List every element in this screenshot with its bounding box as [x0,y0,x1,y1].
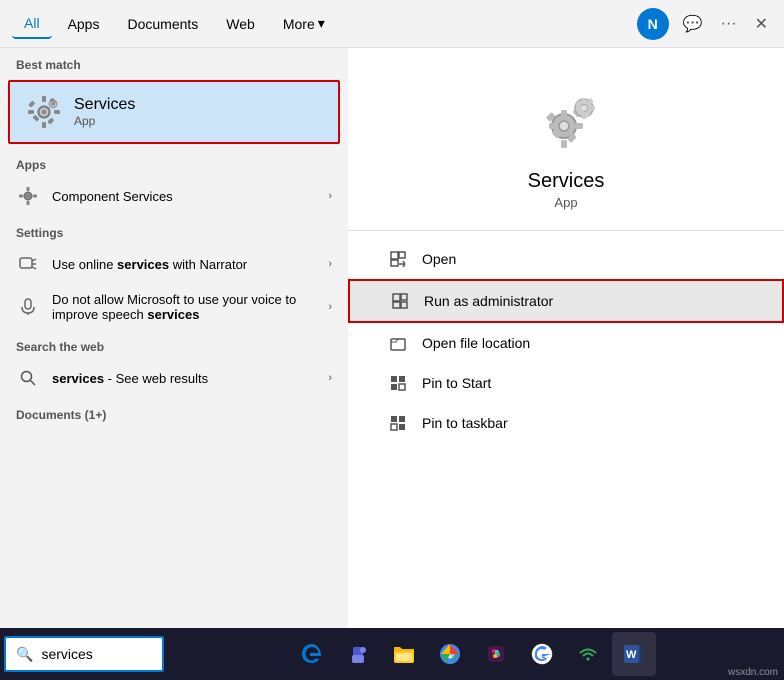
run-as-admin-icon [390,291,410,311]
taskbar-explorer-icon[interactable] [382,632,426,676]
action-open-file-loc-label: Open file location [422,335,530,351]
settings-label: Settings [0,216,348,244]
action-list: Open Run as administrator [348,231,784,451]
action-pin-taskbar[interactable]: Pin to taskbar [348,403,784,443]
top-nav: All Apps Documents Web More ▾ N 💬 ··· ✕ [0,0,784,48]
taskbar-search-icon: 🔍 [16,646,33,663]
web-search-arrow: › [328,372,332,384]
voice-arrow: › [328,301,332,313]
file-location-icon [388,333,408,353]
best-match-label: Best match [0,48,348,76]
taskbar-slack-icon[interactable] [474,632,518,676]
tab-all[interactable]: All [12,9,52,39]
action-open[interactable]: Open [348,239,784,279]
right-app-title: Services [528,170,605,193]
taskbar-search-input[interactable] [41,646,152,662]
component-services-item[interactable]: Component Services › [0,176,348,216]
action-run-as-admin-label: Run as administrator [424,293,553,309]
web-search-item[interactable]: services - See web results › [0,358,348,398]
taskbar-google-icon[interactable] [520,632,564,676]
best-match-title: Services [74,96,135,114]
documents-label: Documents (1+) [0,398,348,426]
voice-icon [16,295,40,319]
right-panel: Services App Open [348,48,784,628]
right-top: Services App [348,68,784,231]
open-icon [388,249,408,269]
web-search-label: services - See web results [52,371,316,386]
pin-start-icon [388,373,408,393]
svg-text:W: W [626,649,637,661]
taskbar-edge-icon[interactable] [290,632,334,676]
tab-web[interactable]: Web [214,10,267,38]
tab-documents[interactable]: Documents [115,10,210,38]
more-chevron-icon: ▾ [318,15,325,32]
more-label: More [283,16,315,32]
narrator-icon [16,252,40,276]
component-services-arrow: › [328,190,332,202]
avatar[interactable]: N [637,8,669,40]
more-options-button[interactable]: ··· [717,11,741,37]
action-run-as-admin[interactable]: Run as administrator [348,279,784,323]
search-web-label: Search the web [0,330,348,358]
best-match-item[interactable]: Services App [8,80,340,144]
taskbar-wifi-icon[interactable] [566,632,610,676]
action-pin-start[interactable]: Pin to Start [348,363,784,403]
close-button[interactable]: ✕ [751,10,772,38]
action-pin-taskbar-label: Pin to taskbar [422,415,508,431]
taskbar-search-box[interactable]: 🔍 [4,636,164,672]
taskbar-chrome-icon[interactable] [428,632,472,676]
tab-more[interactable]: More ▾ [271,9,337,38]
action-pin-start-label: Pin to Start [422,375,491,391]
watermark: wsxdn.com [728,667,778,678]
narrator-label: Use online services with Narrator [52,257,316,272]
voice-label: Do not allow Microsoft to use your voice… [52,292,316,322]
best-match-text: Services App [74,96,135,128]
best-match-subtitle: App [74,114,135,128]
right-app-subtitle: App [554,195,577,210]
tab-apps[interactable]: Apps [56,10,112,38]
pin-taskbar-icon [388,413,408,433]
taskbar: 🔍 [0,628,784,680]
top-nav-right: N 💬 ··· ✕ [637,8,772,40]
action-open-file-loc[interactable]: Open file location [348,323,784,363]
taskbar-word-icon[interactable]: W [612,632,656,676]
taskbar-icons: W [166,632,780,676]
right-app-icon [530,88,602,160]
services-app-icon [26,94,62,130]
apps-label: Apps [0,148,348,176]
voice-services-item[interactable]: Do not allow Microsoft to use your voice… [0,284,348,330]
component-services-label: Component Services [52,189,316,204]
taskbar-teams-icon[interactable] [336,632,380,676]
nav-tabs: All Apps Documents Web More ▾ [12,9,637,39]
web-search-icon [16,366,40,390]
component-services-icon [16,184,40,208]
feedback-button[interactable]: 💬 [679,10,707,38]
main-container: Best match [0,48,784,628]
action-open-label: Open [422,251,456,267]
narrator-arrow: › [328,258,332,270]
narrator-services-item[interactable]: Use online services with Narrator › [0,244,348,284]
left-panel: Best match [0,48,348,628]
